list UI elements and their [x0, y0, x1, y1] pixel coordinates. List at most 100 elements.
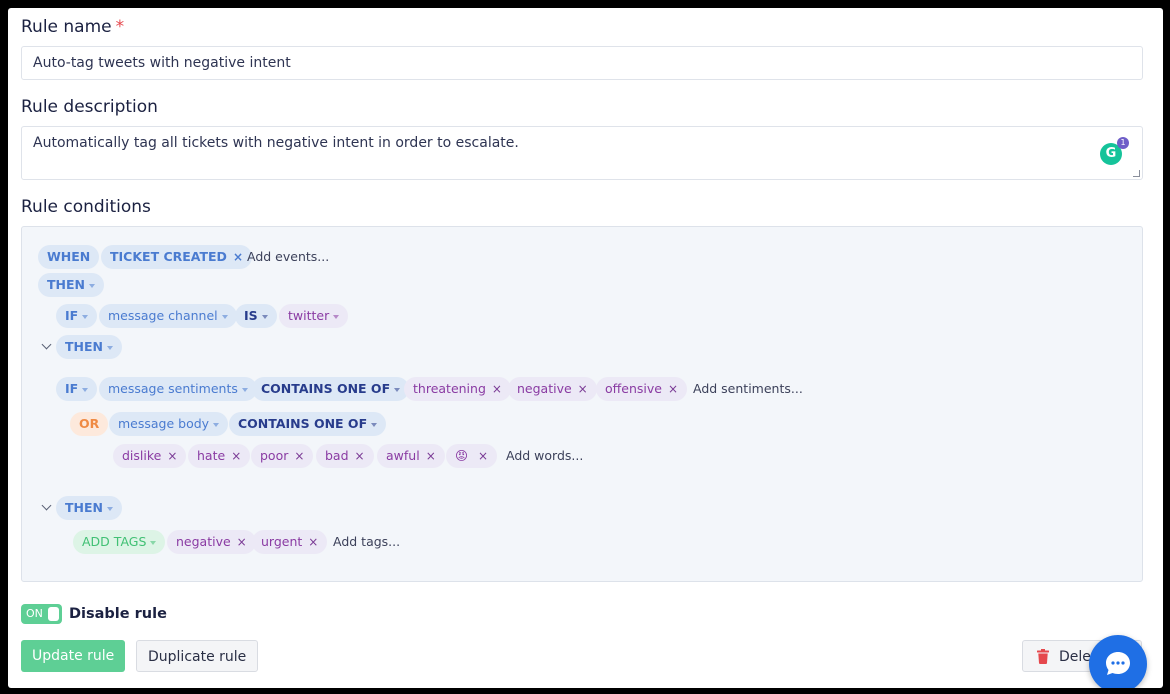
- rule-conditions-label: Rule conditions: [21, 197, 151, 217]
- field-label: message channel: [108, 308, 218, 323]
- then-dropdown-3[interactable]: THEN: [56, 496, 122, 520]
- caret-down-icon: [221, 314, 228, 319]
- field-dropdown-message-channel[interactable]: message channel: [99, 304, 237, 328]
- rule-name-input[interactable]: Auto-tag tweets with negative intent: [21, 46, 1143, 80]
- event-chip-ticket-created[interactable]: TICKET CREATED ×: [101, 245, 252, 269]
- word-chip[interactable]: bad ×: [316, 444, 374, 468]
- chip-label: hate: [197, 448, 226, 463]
- remove-icon[interactable]: ×: [478, 449, 488, 463]
- caret-down-icon: [82, 314, 89, 319]
- then-dropdown-2[interactable]: THEN: [56, 335, 122, 359]
- rule-description-label: Rule description: [21, 97, 158, 117]
- then-label: THEN: [47, 277, 85, 292]
- field-dropdown-message-body[interactable]: message body: [109, 412, 229, 436]
- value-dropdown-twitter[interactable]: twitter: [279, 304, 349, 328]
- word-chip-emoji[interactable]: 😡 ×: [446, 444, 498, 468]
- field-label: message sentiments: [108, 381, 238, 396]
- sentiment-chip[interactable]: threatening ×: [404, 377, 511, 401]
- when-keyword: WHEN: [38, 245, 100, 269]
- action-dropdown-add-tags[interactable]: ADD TAGS: [73, 530, 166, 554]
- angry-face-emoji-icon: 😡: [455, 448, 469, 463]
- word-chip[interactable]: hate ×: [188, 444, 251, 468]
- operator-dropdown-contains-one-of-2[interactable]: CONTAINS ONE OF: [229, 412, 387, 436]
- remove-icon[interactable]: ×: [237, 535, 247, 549]
- caret-down-icon: [82, 387, 89, 392]
- required-asterisk: *: [115, 17, 125, 37]
- caret-down-icon: [107, 506, 113, 511]
- if-dropdown[interactable]: IF: [56, 304, 98, 328]
- word-chip[interactable]: poor ×: [251, 444, 314, 468]
- caret-down-icon: [107, 345, 113, 350]
- rule-editor-page: Rule name * Auto-tag tweets with negative…: [8, 8, 1163, 688]
- update-rule-button[interactable]: Update rule: [21, 640, 126, 672]
- caret-down-icon: [371, 422, 378, 427]
- sentiment-chip[interactable]: negative ×: [508, 377, 597, 401]
- chip-label: offensive: [605, 381, 662, 396]
- operator-dropdown-is[interactable]: IS: [235, 304, 277, 328]
- add-tags-input[interactable]: Add tags...: [333, 530, 400, 554]
- add-events-input[interactable]: Add events...: [247, 245, 329, 269]
- resize-handle-icon[interactable]: [1133, 170, 1140, 177]
- toggle-knob: [48, 607, 59, 621]
- if-dropdown-2[interactable]: IF: [56, 377, 98, 401]
- field-label: message body: [118, 416, 210, 431]
- or-keyword[interactable]: OR: [70, 412, 109, 436]
- word-chip[interactable]: awful ×: [377, 444, 445, 468]
- add-sentiments-input[interactable]: Add sentiments...: [693, 377, 803, 401]
- remove-icon[interactable]: ×: [492, 382, 502, 396]
- grammarly-badge: 1: [1117, 137, 1129, 149]
- remove-icon[interactable]: ×: [426, 449, 436, 463]
- caret-down-icon: [394, 387, 401, 392]
- rule-description-text: Automatically tag all tickets with negat…: [33, 135, 519, 151]
- operator-label: CONTAINS ONE OF: [238, 416, 368, 431]
- toggle-state-label: ON: [26, 607, 43, 620]
- tag-chip[interactable]: negative ×: [167, 530, 256, 554]
- operator-dropdown-contains-one-of[interactable]: CONTAINS ONE OF: [252, 377, 410, 401]
- remove-icon[interactable]: ×: [231, 449, 241, 463]
- rule-name-label-text: Rule name: [21, 17, 112, 37]
- remove-icon[interactable]: ×: [355, 449, 365, 463]
- chip-label: urgent: [261, 534, 303, 549]
- add-words-input[interactable]: Add words...: [506, 444, 583, 468]
- remove-icon[interactable]: ×: [233, 250, 243, 264]
- operator-label: IS: [244, 308, 258, 323]
- remove-icon[interactable]: ×: [308, 535, 318, 549]
- caret-down-icon: [89, 283, 95, 288]
- chip-label: bad: [325, 448, 349, 463]
- remove-icon[interactable]: ×: [578, 382, 588, 396]
- duplicate-rule-button[interactable]: Duplicate rule: [136, 640, 259, 672]
- then-label: THEN: [65, 339, 103, 354]
- rule-name-label: Rule name *: [21, 17, 124, 37]
- then-label: THEN: [65, 500, 103, 515]
- remove-icon[interactable]: ×: [167, 449, 177, 463]
- word-chip[interactable]: dislike ×: [113, 444, 187, 468]
- sentiment-chip[interactable]: offensive ×: [596, 377, 688, 401]
- chip-label: poor: [260, 448, 289, 463]
- chip-label: awful: [386, 448, 420, 463]
- chat-bubble-icon: [1106, 652, 1130, 675]
- chip-label: negative: [176, 534, 231, 549]
- chip-label: threatening: [413, 381, 486, 396]
- collapse-chevron-icon[interactable]: [41, 339, 52, 350]
- field-dropdown-message-sentiments[interactable]: message sentiments: [99, 377, 257, 401]
- caret-down-icon: [261, 314, 268, 319]
- remove-icon[interactable]: ×: [668, 382, 678, 396]
- then-dropdown[interactable]: THEN: [38, 273, 104, 297]
- value-label: twitter: [288, 308, 330, 323]
- remove-icon[interactable]: ×: [294, 449, 304, 463]
- trash-icon: [1037, 649, 1049, 664]
- rule-conditions-panel: WHEN TICKET CREATED × Add events... THEN …: [21, 226, 1143, 582]
- event-chip-label: TICKET CREATED: [110, 249, 227, 264]
- caret-down-icon: [213, 422, 220, 427]
- delete-rule-label: Dele: [1059, 649, 1091, 665]
- disable-rule-toggle[interactable]: ON: [21, 604, 62, 624]
- chat-widget-button[interactable]: [1089, 635, 1147, 688]
- rule-description-textarea[interactable]: Automatically tag all tickets with negat…: [21, 126, 1143, 180]
- collapse-chevron-icon[interactable]: [41, 500, 52, 511]
- tag-chip[interactable]: urgent ×: [252, 530, 328, 554]
- if-label: IF: [65, 308, 79, 323]
- if-label: IF: [65, 381, 79, 396]
- caret-down-icon: [333, 314, 340, 319]
- chip-label: negative: [517, 381, 572, 396]
- operator-label: CONTAINS ONE OF: [261, 381, 391, 396]
